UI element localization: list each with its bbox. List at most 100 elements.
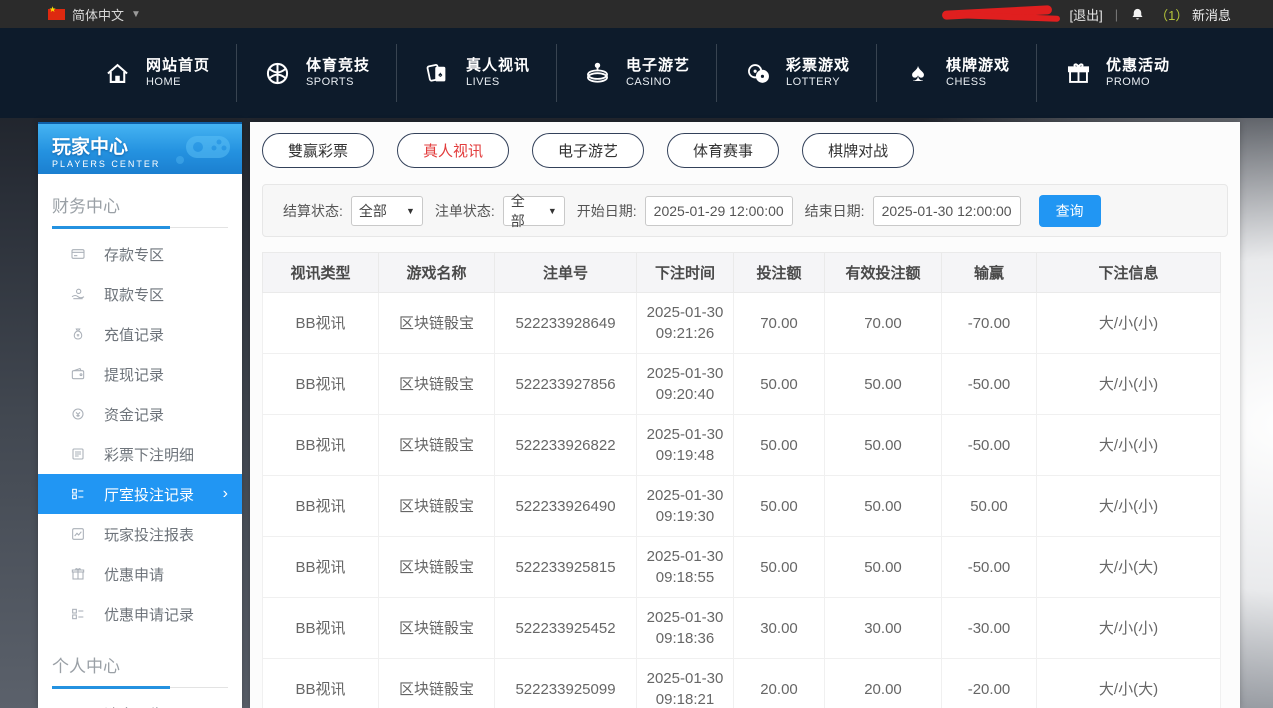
table-row: BB视讯区块链骰宝5222339250992025-01-30 09:18:21… xyxy=(263,659,1221,708)
table-cell: BB视讯 xyxy=(263,354,379,415)
table-cell: 70.00 xyxy=(825,293,942,354)
table-cell: 2025-01-30 09:18:55 xyxy=(637,537,734,598)
table-cell: 50.00 xyxy=(942,476,1037,537)
table-cell: 大/小(小) xyxy=(1037,415,1221,476)
gamepad-graphic-icon xyxy=(172,128,236,168)
sidebar-item-withdraw[interactable]: 取款专区 xyxy=(38,274,242,314)
table-row: BB视讯区块链骰宝5222339264902025-01-30 09:19:30… xyxy=(263,476,1221,537)
sidebar-item-promo-apply[interactable]: 优惠申请 xyxy=(38,554,242,594)
table-row: BB视讯区块链骰宝5222339278562025-01-30 09:20:40… xyxy=(263,354,1221,415)
lottery-balls-icon xyxy=(743,58,773,88)
table-cell: 522233927856 xyxy=(495,354,637,415)
table-cell: 522233926490 xyxy=(495,476,637,537)
sidebar-item-label: 资金记录 xyxy=(104,404,164,425)
header-win-loss: 输赢 xyxy=(942,253,1037,293)
nav-label-zh: 体育竞技 xyxy=(306,57,370,76)
nav-label-en: PROMO xyxy=(1106,76,1170,90)
header-bet-time: 下注时间 xyxy=(637,253,734,293)
china-flag-icon xyxy=(48,9,65,20)
table-cell: -20.00 xyxy=(942,659,1037,708)
table-cell: 50.00 xyxy=(734,476,825,537)
roulette-icon xyxy=(583,58,613,88)
withdraw-hand-icon xyxy=(70,286,86,302)
table-cell: 50.00 xyxy=(825,415,942,476)
table-cell: 大/小(小) xyxy=(1037,293,1221,354)
bell-icon[interactable] xyxy=(1130,7,1145,22)
sidebar-item-label: 提现记录 xyxy=(104,364,164,385)
nav-label-zh: 优惠活动 xyxy=(1106,57,1170,76)
table-cell: 大/小(小) xyxy=(1037,354,1221,415)
top-strip: 简体中文 ▼ [退出] | （1） 新消息 xyxy=(0,0,1273,28)
sidebar-item-recharge-records[interactable]: 充值记录 xyxy=(38,314,242,354)
chevron-right-icon: › xyxy=(223,485,228,503)
table-cell: 2025-01-30 09:21:26 xyxy=(637,293,734,354)
message-link[interactable]: （1） 新消息 xyxy=(1155,5,1231,24)
nav-label-en: CHESS xyxy=(946,76,1010,90)
table-cell: 2025-01-30 09:19:48 xyxy=(637,415,734,476)
table-cell: 大/小(大) xyxy=(1037,537,1221,598)
table-row: BB视讯区块链骰宝5222339254522025-01-30 09:18:36… xyxy=(263,598,1221,659)
sidebar-item-room-bet-records[interactable]: 厅室投注记录 › xyxy=(38,474,242,514)
table-cell: 522233925452 xyxy=(495,598,637,659)
sidebar-item-promo-apply-records[interactable]: 优惠申请记录 xyxy=(38,594,242,634)
message-label: 新消息 xyxy=(1192,8,1231,23)
table-cell: BB视讯 xyxy=(263,476,379,537)
table-cell: 大/小(小) xyxy=(1037,598,1221,659)
sidebar-item-announcements[interactable]: 消息公告 xyxy=(38,694,242,708)
sidebar-item-label: 玩家投注报表 xyxy=(104,524,194,545)
caret-down-icon: ▼ xyxy=(131,9,141,20)
nav-label-zh: 真人视讯 xyxy=(466,57,530,76)
tab-sports[interactable]: 体育赛事 xyxy=(667,133,779,168)
nav-item-chess[interactable]: ♠ 棋牌游戏CHESS xyxy=(876,44,1036,102)
search-button[interactable]: 查询 xyxy=(1039,195,1101,227)
nav-label-en: LOTTERY xyxy=(786,76,850,90)
header-game-name: 游戏名称 xyxy=(379,253,495,293)
header-bet-amount: 投注额 xyxy=(734,253,825,293)
nav-item-lottery[interactable]: 彩票游戏LOTTERY xyxy=(716,44,876,102)
wallet-icon xyxy=(70,366,86,382)
end-date-input[interactable] xyxy=(873,196,1021,226)
nav-item-casino[interactable]: 电子游艺CASINO xyxy=(556,44,716,102)
tab-live-video[interactable]: 真人视讯 xyxy=(397,133,509,168)
language-selector[interactable]: 简体中文 ▼ xyxy=(48,5,141,24)
table-cell: -50.00 xyxy=(942,354,1037,415)
table-cell: BB视讯 xyxy=(263,293,379,354)
table-cell: 区块链骰宝 xyxy=(379,598,495,659)
nav-label-zh: 棋牌游戏 xyxy=(946,57,1010,76)
tab-egames[interactable]: 电子游艺 xyxy=(532,133,644,168)
list2-icon xyxy=(70,606,86,622)
sidebar-item-withdrawal-records[interactable]: 提现记录 xyxy=(38,354,242,394)
table-cell: 522233925099 xyxy=(495,659,637,708)
list-icon xyxy=(70,486,86,502)
section-title-finance: 财务中心 xyxy=(52,192,228,228)
cards-icon: ♠ xyxy=(423,58,453,88)
chart-icon xyxy=(70,526,86,542)
header-bet-id: 注单号 xyxy=(495,253,637,293)
nav-label-zh: 彩票游戏 xyxy=(786,57,850,76)
table-cell: 2025-01-30 09:18:21 xyxy=(637,659,734,708)
sidebar-item-label: 存款专区 xyxy=(104,244,164,265)
table-cell: -50.00 xyxy=(942,415,1037,476)
nav-item-promo[interactable]: 优惠活动PROMO xyxy=(1036,44,1196,102)
sidebar-item-funds-records[interactable]: 资金记录 xyxy=(38,394,242,434)
main-content: 雙赢彩票 真人视讯 电子游艺 体育赛事 棋牌对战 结算状态: 全部 ▼ 注单状态… xyxy=(250,122,1240,708)
category-tabs: 雙赢彩票 真人视讯 电子游艺 体育赛事 棋牌对战 xyxy=(262,133,1228,168)
sidebar-item-label: 优惠申请记录 xyxy=(104,604,194,625)
bet-records-table: 视讯类型 游戏名称 注单号 下注时间 投注额 有效投注额 输赢 下注信息 BB视… xyxy=(262,252,1221,708)
table-row: BB视讯区块链骰宝5222339268222025-01-30 09:19:48… xyxy=(263,415,1221,476)
tab-chess[interactable]: 棋牌对战 xyxy=(802,133,914,168)
logout-link[interactable]: [退出] xyxy=(1070,5,1103,24)
nav-label-en: HOME xyxy=(146,76,210,90)
nav-item-home[interactable]: 网站首页HOME xyxy=(77,44,236,102)
start-date-input[interactable] xyxy=(645,196,793,226)
sidebar-item-deposit[interactable]: 存款专区 xyxy=(38,234,242,274)
nav-label-zh: 网站首页 xyxy=(146,57,210,76)
sidebar-item-lottery-bet-details[interactable]: 彩票下注明细 xyxy=(38,434,242,474)
order-status-select[interactable]: 全部 ▼ xyxy=(503,196,565,226)
nav-item-lives[interactable]: ♠ 真人视讯LIVES xyxy=(396,44,556,102)
table-cell: 30.00 xyxy=(825,598,942,659)
settle-status-select[interactable]: 全部 ▼ xyxy=(351,196,423,226)
nav-item-sports[interactable]: 体育竞技SPORTS xyxy=(236,44,396,102)
sidebar-item-player-bet-report[interactable]: 玩家投注报表 xyxy=(38,514,242,554)
tab-lottery[interactable]: 雙赢彩票 xyxy=(262,133,374,168)
